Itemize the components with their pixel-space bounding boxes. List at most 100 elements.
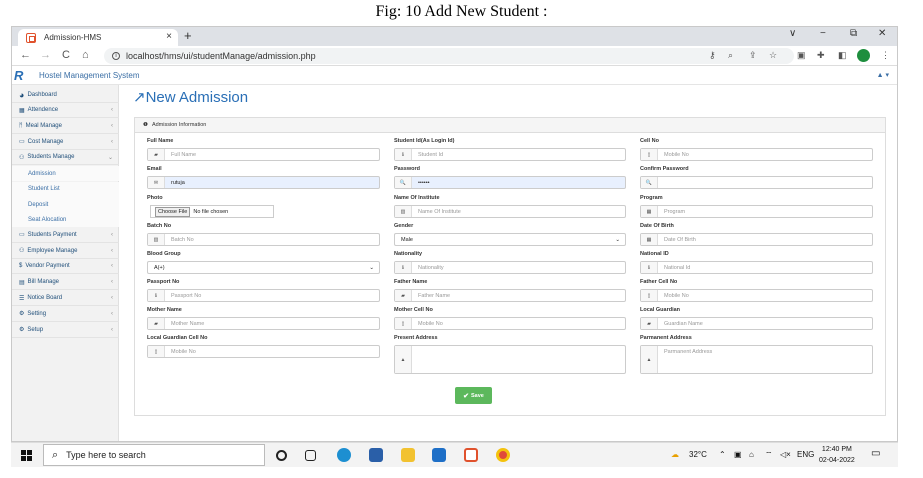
minimize-button[interactable]: −	[820, 28, 826, 39]
chevron-left-icon: ‹	[111, 138, 113, 145]
sidebar-item-seat-alocation[interactable]: Seat Alocation	[12, 212, 119, 228]
gender-select[interactable]: Male ⌄	[394, 233, 626, 246]
permanent-address-textarea[interactable]: ▲ Parmanent Address	[640, 345, 873, 374]
xampp-icon[interactable]	[464, 448, 478, 462]
taskbar-clock[interactable]: 12:40 PM 02-04-2022	[819, 444, 855, 466]
tab-strip: Admission-HMS × + ∨ − ⧉ ✕	[12, 27, 897, 46]
father-cell-field[interactable]: ▯ Mobile No	[640, 289, 873, 302]
present-address-textarea[interactable]: ▲	[394, 345, 626, 374]
national-id-field[interactable]: ℹ National Id	[640, 261, 873, 274]
confirm-password-label: Confirm Password	[640, 166, 689, 172]
network-icon[interactable]: ▣	[734, 450, 742, 459]
start-button[interactable]	[21, 450, 32, 461]
task-view-icon[interactable]	[305, 450, 316, 461]
passport-no-field[interactable]: ℹ Passport No	[147, 289, 380, 302]
father-name-field[interactable]: ▰ Father Name	[394, 289, 626, 302]
father-cell-placeholder: Mobile No	[664, 292, 689, 299]
chevron-left-icon: ‹	[111, 107, 113, 113]
mother-cell-field[interactable]: ▯ Mobile No	[394, 317, 626, 330]
back-button[interactable]: ←	[20, 49, 31, 61]
battery-icon[interactable]: ⌂	[749, 450, 754, 459]
batch-no-label: Batch No	[147, 223, 172, 229]
full-name-placeholder: Full Name	[171, 151, 197, 158]
local-guardian-field[interactable]: ▰ Guardian Name	[640, 317, 873, 330]
key-icon[interactable]: ⚷	[709, 50, 716, 61]
sidebar-item-meal-manage[interactable]: ᛗ Meal Manage ‹	[12, 119, 119, 134]
cortana-icon[interactable]	[276, 450, 287, 461]
email-field[interactable]: ✉ rutuja	[147, 176, 380, 189]
tab-search-icon[interactable]: ∨	[789, 28, 796, 39]
tab-close-icon[interactable]: ×	[166, 31, 172, 42]
forward-button[interactable]: →	[40, 49, 51, 61]
tray-chevron-icon[interactable]: ⌃	[719, 450, 726, 459]
full-name-field[interactable]: ▰ Full Name	[147, 148, 380, 161]
cell-no-field[interactable]: ▯ Mobile No	[640, 148, 873, 161]
choose-file-button[interactable]: Choose File	[155, 206, 191, 217]
notification-icon[interactable]: ▭	[871, 448, 880, 459]
weather-temp[interactable]: 32°C	[689, 450, 707, 459]
student-id-field[interactable]: ℹ Student Id	[394, 148, 626, 161]
password-field[interactable]: 🔍 ••••••	[394, 176, 626, 189]
mother-name-field[interactable]: ▰ Mother Name	[147, 317, 380, 330]
nationality-field[interactable]: ℹ Nationality	[394, 261, 626, 274]
sidebar-item-dashboard[interactable]: ◕ Dashboard	[12, 87, 119, 103]
sidebar-item-setting[interactable]: ⚙ Setting ‹	[12, 307, 119, 322]
share-icon[interactable]: ⇪	[749, 50, 757, 61]
mail-icon[interactable]	[432, 448, 446, 462]
url-input[interactable]: i localhost/hms/ui/studentManage/admissi…	[104, 48, 794, 64]
confirm-password-field[interactable]: 🔍	[640, 176, 873, 189]
guardian-cell-field[interactable]: ▯ Mobile No	[147, 345, 380, 358]
sidebar-item-attendence[interactable]: ▦ Attendence ‹	[12, 103, 119, 118]
close-window-button[interactable]: ✕	[878, 28, 886, 39]
edge-icon[interactable]	[337, 448, 351, 462]
sidebar-item-cost-manage[interactable]: ▭ Cost Manage ‹	[12, 135, 119, 150]
sidebar-item-vendor-payment[interactable]: $ Vendor Payment ‹	[12, 259, 119, 275]
sidebar-item-students-manage[interactable]: ⚇ Students Manage ⌄	[12, 150, 119, 166]
wifi-icon[interactable]: ⌔	[765, 450, 773, 460]
zoom-icon[interactable]: ⌕	[728, 50, 733, 61]
sidebar-item-employee-manage[interactable]: ⚇ Employee Manage ‹	[12, 244, 119, 259]
sidebar-item-admission[interactable]: Admission	[12, 166, 119, 182]
weather-icon[interactable]: ☁	[671, 450, 679, 459]
institute-field[interactable]: ▥ Name Of Institute	[394, 205, 626, 218]
extension-icon[interactable]: ▣	[797, 50, 806, 61]
batch-no-field[interactable]: ▥ Batch No	[147, 233, 380, 246]
search-placeholder: Type here to search	[66, 450, 146, 460]
profile-avatar[interactable]	[857, 49, 870, 62]
browser-menu-icon[interactable]: ⋮	[881, 50, 890, 61]
reload-button[interactable]: C	[62, 49, 70, 61]
language-indicator[interactable]: ENG	[797, 450, 814, 459]
sidebar-item-notice-board[interactable]: ☰ Notice Board ‹	[12, 291, 119, 306]
sidebar-item-setup[interactable]: ⚙ Setup ‹	[12, 323, 119, 338]
sidebar-item-bill-manage[interactable]: ▤ Bill Manage ‹	[12, 275, 119, 291]
chrome-icon[interactable]	[496, 448, 510, 462]
dob-field[interactable]: ▦ Date Of Birth	[640, 233, 873, 246]
id-card-icon: ▰	[641, 318, 658, 329]
home-button[interactable]: ⌂	[82, 49, 89, 61]
national-id-placeholder: National Id	[664, 264, 691, 271]
program-field[interactable]: ▦ Program	[640, 205, 873, 218]
sidebar-item-student-list[interactable]: Student List	[12, 181, 119, 197]
bookmark-star-icon[interactable]: ☆	[769, 50, 777, 61]
payment-icon: ▭	[19, 232, 25, 239]
photo-file-input[interactable]: Choose File No file chosen	[150, 205, 274, 218]
sidebar-item-label: Student List	[28, 186, 60, 193]
puzzle-icon[interactable]: ✚	[817, 50, 825, 61]
store-icon[interactable]	[369, 448, 383, 462]
site-info-icon[interactable]: i	[112, 52, 120, 60]
new-tab-button[interactable]: +	[184, 28, 192, 43]
user-menu-icon[interactable]: ▲ ▾	[877, 71, 889, 79]
blood-group-select[interactable]: A(+) ⌄	[147, 261, 380, 274]
local-guardian-placeholder: Guardian Name	[664, 320, 703, 327]
app-logo[interactable]: R	[14, 68, 32, 84]
taskbar-search-input[interactable]: ⌕ Type here to search	[43, 444, 265, 466]
sidebar-item-students-payment[interactable]: ▭ Students Payment ‹	[12, 228, 119, 243]
maximize-button[interactable]: ⧉	[850, 28, 857, 39]
sidebar-item-deposit[interactable]: Deposit	[12, 197, 119, 212]
browser-tab[interactable]: Admission-HMS ×	[18, 29, 178, 46]
volume-icon[interactable]: ◁×	[780, 450, 791, 459]
file-explorer-icon[interactable]	[401, 448, 415, 462]
save-button[interactable]: ✔ Save	[455, 387, 492, 404]
sidepanel-icon[interactable]: ◧	[838, 50, 847, 61]
app-title[interactable]: Hostel Management System	[39, 71, 140, 80]
